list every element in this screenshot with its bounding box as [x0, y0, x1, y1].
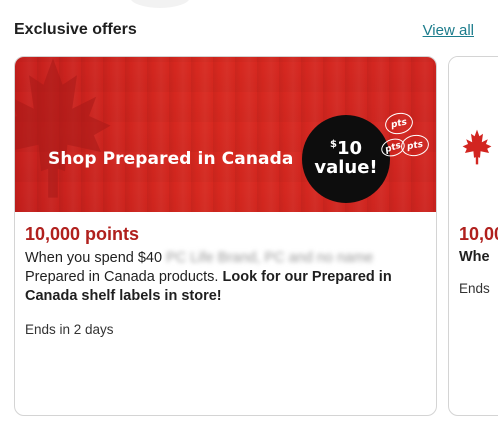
section-title: Exclusive offers — [14, 21, 137, 38]
value-badge: $10 value! — [302, 115, 390, 203]
offer-body: 10,000 points When you spend $40 PC Life… — [15, 212, 436, 337]
desc-prefix: When you spend $40 — [25, 250, 163, 266]
offer-points: 10,000 points — [25, 224, 140, 244]
value-label: value! — [314, 157, 378, 178]
offer-banner: Shop Prepared in Canada $10 value! pts p… — [15, 57, 436, 212]
maple-leaf-icon — [15, 58, 111, 198]
section-header: Exclusive offers View all — [14, 18, 474, 42]
offer-body-next: 10,00 Whe Ends — [449, 212, 498, 296]
offer-description-next: Whe — [459, 249, 490, 265]
exclusive-offers-page: Exclusive offers View all Shop Prepared … — [0, 0, 498, 436]
offer-card[interactable]: Shop Prepared in Canada $10 value! pts p… — [14, 56, 437, 416]
value-number: 10 — [336, 138, 363, 160]
desc-blurred: PC Life Brand, PC and no name — [162, 250, 374, 266]
banner-title: Shop Prepared in Canada — [48, 149, 294, 169]
value-currency: $ — [329, 139, 337, 151]
offer-expiry: Ends in 2 days — [25, 322, 114, 337]
desc-middle: Prepared in Canada products. — [25, 269, 223, 285]
offer-description: When you spend $40 PC Life Brand, PC and… — [25, 249, 426, 306]
view-all-link[interactable]: View all — [423, 22, 474, 39]
offer-points-next: 10,00 — [459, 224, 498, 244]
offer-card-next[interactable]: 10,00 Whe Ends — [448, 56, 498, 416]
offer-banner-next — [449, 57, 498, 212]
maple-leaf-icon — [462, 129, 492, 165]
offer-expiry-next: Ends — [459, 281, 490, 296]
top-decoration — [130, 0, 190, 8]
